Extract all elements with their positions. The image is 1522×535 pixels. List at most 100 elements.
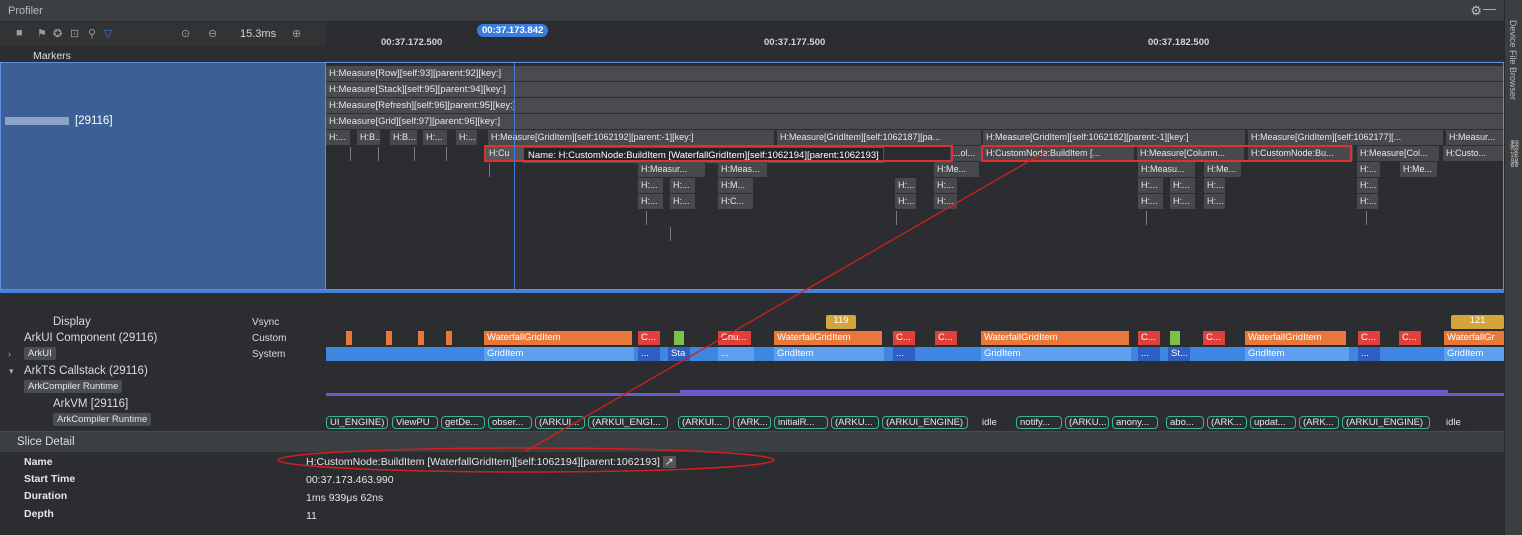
flag-icon[interactable]: ⚑ [37,27,47,40]
track-arkvm[interactable]: ArkVM [29116] [53,398,128,410]
slice-measure-row[interactable]: H:Measure[Row][self:93][parent:92][key:] [326,66,1503,81]
settings-icon[interactable]: ✪ [53,27,62,40]
vm-pill[interactable]: abo... [1166,416,1204,429]
zoom-out-icon[interactable]: ⊖ [208,27,217,40]
search-icon[interactable]: ⚲ [88,27,96,40]
vm-pill[interactable]: anony... [1112,416,1158,429]
slice[interactable]: H:... [638,178,664,193]
ruler-tick: 00:37.177.500 [764,37,826,48]
title-bar: Profiler ⚙ — [0,0,1504,22]
process-name: [29116] [5,115,113,127]
vm-pill[interactable]: getDe... [441,416,485,429]
detail-duration-value: 1ms 939μs 62ns [306,492,384,504]
vm-pill[interactable]: (ARK... [733,416,771,429]
slice-measure-column[interactable]: H:Measure[Col... [1357,146,1440,161]
slice[interactable]: H:... [1357,178,1379,193]
vm-pill[interactable]: (ARKUI... [678,416,730,429]
slice-measure-griditem[interactable]: H:Measure[GridItem][self:1062192][parent… [488,130,775,145]
slice[interactable]: H:Measur... [638,162,706,177]
slice[interactable]: H:... [895,194,917,209]
slice[interactable]: H:... [456,130,478,145]
zoom-level: 15.3ms [240,28,277,40]
vm-pill[interactable]: (ARKUI... [535,416,585,429]
vm-pill[interactable]: updat... [1250,416,1296,429]
vm-pill[interactable]: notify... [1016,416,1062,429]
vm-pill[interactable]: (ARKU... [831,416,879,429]
track-arkts-callstack[interactable]: ArkTS Callstack (29116) [24,365,148,377]
expand-arrow-icon[interactable]: › [8,349,11,359]
slice[interactable]: ...ol... [950,146,983,161]
slice[interactable]: H:Me... [1400,162,1438,177]
capture-icon[interactable]: ⊡ [70,27,79,40]
slice[interactable]: H:... [670,194,696,209]
vm-pill[interactable]: UI_ENGINE) [326,416,388,429]
side-tab-device-file-browser[interactable]: Device File Browser [1508,20,1518,100]
vm-lane[interactable]: UI_ENGINE) ViewPU getDe... obser... (ARK… [326,313,1504,431]
flame-chart[interactable]: H:Measure[Row][self:93][parent:92][key:]… [326,62,1504,290]
slice[interactable]: H:... [1204,194,1226,209]
gear-icon[interactable]: ⚙ [1470,3,1482,19]
process-track-label[interactable]: [29116] [0,62,326,290]
vm-pill[interactable]: (ARKU... [1065,416,1109,429]
slice-measure-refresh[interactable]: H:Measure[Refresh][self:96][parent:95][k… [326,98,1503,113]
track-display[interactable]: Display [53,316,91,328]
slice[interactable]: H:C... [718,194,754,209]
track-arkui-component[interactable]: ArkUI Component (29116) [24,332,157,344]
slice[interactable]: H:... [326,130,351,145]
zoom-reset-icon[interactable]: ⊙ [181,27,190,40]
slice[interactable]: H:... [1170,194,1196,209]
stop-icon[interactable]: ■ [16,27,23,39]
vm-pill[interactable]: (ARK... [1207,416,1247,429]
slice-detail-panel: Slice Detail Name H:CustomNode:BuildItem… [0,431,1504,535]
slice[interactable]: H:M... [718,178,754,193]
slice-measure-griditem[interactable]: H:Measure[GridItem][self:1062182][parent… [983,130,1246,145]
vm-pill[interactable]: (ARK... [1299,416,1339,429]
slice[interactable]: H:... [1204,178,1226,193]
slice[interactable]: H:... [423,130,448,145]
zoom-in-icon[interactable]: ⊕ [292,27,301,40]
collapse-arrow-icon[interactable]: ▾ [9,366,14,377]
lower-tracks: Display Vsync 119 121 ArkUI Component (2… [0,313,1504,431]
slice[interactable]: H:... [670,178,696,193]
slice[interactable]: H:... [895,178,917,193]
slice[interactable]: H:Meas... [718,162,768,177]
vm-pill[interactable]: obser... [488,416,532,429]
vm-pill[interactable]: initialR... [774,416,828,429]
slice-measure-griditem[interactable]: H:Measure[GridItem][self:1062187][pa... [777,130,982,145]
vm-pill[interactable]: (ARKUI_ENGI... [588,416,668,429]
slice[interactable]: H:... [1170,178,1196,193]
vm-pill[interactable]: ViewPU [392,416,438,429]
slice-measure[interactable]: H:Measur... [1446,130,1503,145]
jump-icon[interactable]: ↗ [662,456,676,468]
detail-name-value[interactable]: H:CustomNode:BuildItem [WaterfallGridIte… [306,456,676,468]
cursor-time-badge[interactable]: 00:37.173.842 [477,24,549,37]
slice[interactable]: H:B... [390,130,418,145]
vm-pill-idle[interactable]: idle [978,416,1008,429]
vm-pill[interactable]: (ARKUI_ENGINE) [882,416,968,429]
slice[interactable]: H:... [1357,194,1379,209]
slice[interactable]: H:Me... [1204,162,1242,177]
slice-measure-stack[interactable]: H:Measure[Stack][self:95][parent:94][key… [326,82,1503,97]
arkui-chip[interactable]: ArkUI [24,347,56,360]
slice[interactable]: H:Me... [934,162,980,177]
vm-pill[interactable]: (ARKUI_ENGINE) [1342,416,1430,429]
vm-pill-idle[interactable]: idle [1442,416,1472,429]
slice[interactable]: H:Measu... [1138,162,1196,177]
slice[interactable]: H:B... [357,130,381,145]
time-ruler[interactable]: 00:37.172.500 00:37.177.500 00:37.182.50… [326,22,1504,62]
slice-measure-griditem[interactable]: H:Measure[GridItem][self:1062177][... [1248,130,1444,145]
filter-icon[interactable]: ▽ [104,27,112,40]
arkcompiler-chip[interactable]: ArkCompiler Runtime [24,380,123,393]
slice[interactable]: H:... [1138,178,1164,193]
slice[interactable]: H:... [934,194,958,209]
slice-measure-grid[interactable]: H:Measure[Grid][self:97][parent:96][key:… [326,114,1503,129]
slice[interactable]: H:... [1357,162,1381,177]
slice[interactable]: H:... [1138,194,1164,209]
side-tab-translator[interactable]: 翻译器 [1508,140,1521,167]
slice[interactable]: H:... [638,194,664,209]
slice[interactable]: H:... [934,178,958,193]
slice-detail-header: Slice Detail [0,432,1504,452]
minimize-icon[interactable]: — [1483,1,1496,16]
slice-buildcustomnode[interactable]: H:Custo... [1443,146,1503,161]
arkvm-chip[interactable]: ArkCompiler Runtime [53,413,152,426]
